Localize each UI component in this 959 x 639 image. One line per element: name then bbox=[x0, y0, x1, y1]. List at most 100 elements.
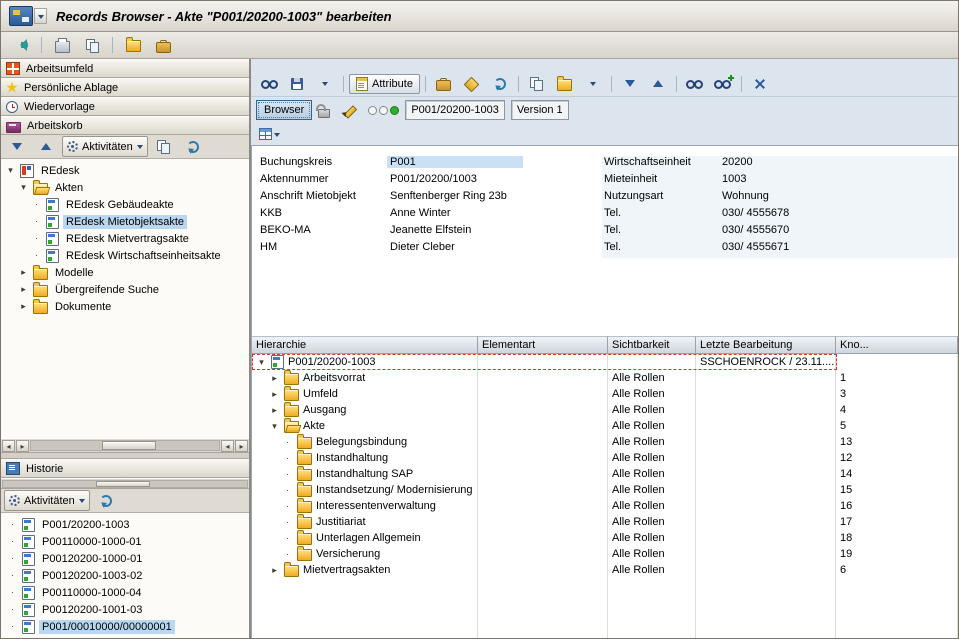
layout-button[interactable] bbox=[256, 123, 283, 145]
scroll-track[interactable] bbox=[2, 480, 248, 488]
scroll-track[interactable] bbox=[30, 440, 220, 451]
display-button[interactable] bbox=[256, 73, 282, 95]
history-scrollbar[interactable] bbox=[1, 478, 249, 489]
edit-button[interactable] bbox=[336, 99, 362, 121]
history-header[interactable]: Historie bbox=[1, 459, 249, 478]
column-header[interactable]: Sichtbarkeit bbox=[608, 336, 696, 354]
sidebar-shortcut[interactable]: Arbeitsumfeld bbox=[1, 59, 249, 78]
new-folder-options-button[interactable] bbox=[580, 73, 606, 95]
sidebar-shortcut[interactable]: Persönliche Ablage bbox=[1, 78, 249, 97]
collapse-icon[interactable]: ▾ bbox=[269, 421, 280, 432]
table-row[interactable]: ▸UmfeldAlle Rollen3 bbox=[252, 386, 958, 402]
table-row[interactable]: ▸MietvertragsaktenAlle Rollen6 bbox=[252, 562, 958, 578]
table-row[interactable]: ·Instandhaltung SAPAlle Rollen14 bbox=[252, 466, 958, 482]
history-item[interactable]: ·P00110000-1000-04 bbox=[1, 584, 249, 601]
find-next-button[interactable] bbox=[710, 73, 736, 95]
record-icon bbox=[22, 569, 35, 583]
refresh-record-button[interactable] bbox=[487, 73, 513, 95]
scroll-thumb[interactable] bbox=[102, 441, 156, 450]
new-session-button[interactable] bbox=[79, 34, 105, 56]
close-icon bbox=[754, 78, 766, 90]
sap-app-icon[interactable] bbox=[9, 6, 33, 26]
collapse-icon[interactable]: ▾ bbox=[256, 357, 267, 368]
save-button[interactable] bbox=[284, 73, 310, 95]
column-header[interactable]: Letzte Bearbeitung bbox=[696, 336, 836, 354]
tree-item[interactable]: ▾REdesk bbox=[1, 162, 249, 179]
copy-button[interactable] bbox=[524, 73, 550, 95]
tree-item[interactable]: ▸Übergreifende Suche bbox=[1, 281, 249, 298]
record-icon bbox=[46, 249, 59, 263]
table-row[interactable]: ▸ArbeitsvorratAlle Rollen1 bbox=[252, 370, 958, 386]
tree-item[interactable]: ·REdesk Wirtschaftseinheitsakte bbox=[1, 247, 249, 264]
table-row[interactable]: ▾AkteAlle Rollen5 bbox=[252, 418, 958, 434]
collapse-icon[interactable]: ▾ bbox=[5, 165, 16, 176]
expand-subtree-button[interactable] bbox=[617, 73, 643, 95]
table-row[interactable]: ·Unterlagen AllgemeinAlle Rollen18 bbox=[252, 530, 958, 546]
collapse-icon[interactable]: ▾ bbox=[18, 182, 29, 193]
tree-horizontal-scrollbar[interactable]: ◂ ▸ ◂ ▸ bbox=[1, 438, 249, 453]
close-record-button[interactable] bbox=[747, 73, 773, 95]
history-item[interactable]: ·P001/20200-1003 bbox=[1, 516, 249, 533]
table-row[interactable]: ·InteressentenverwaltungAlle Rollen16 bbox=[252, 498, 958, 514]
expand-icon[interactable]: ▸ bbox=[269, 373, 280, 384]
refresh-button[interactable] bbox=[180, 136, 206, 158]
collapse-all-button[interactable] bbox=[33, 136, 59, 158]
tree-item[interactable]: ·REdesk Mietvertragsakte bbox=[1, 230, 249, 247]
expand-icon[interactable]: ▸ bbox=[18, 267, 29, 278]
activities-button[interactable]: Aktivitäten bbox=[62, 136, 148, 157]
table-row[interactable]: ·Instandsetzung/ ModernisierungAlle Roll… bbox=[252, 482, 958, 498]
history-item[interactable]: ·P00110000-1000-01 bbox=[1, 533, 249, 550]
scroll-right-icon[interactable]: ▸ bbox=[16, 440, 29, 452]
history-item[interactable]: ·P001/00010000/00000001 bbox=[1, 618, 249, 635]
find-button[interactable] bbox=[682, 73, 708, 95]
table-row[interactable]: ▾P001/20200-1003SSCHOENROCK / 23.11.... bbox=[252, 354, 958, 370]
shortcut-button[interactable] bbox=[150, 34, 176, 56]
scroll-thumb[interactable] bbox=[96, 481, 150, 487]
history-activities-button[interactable]: Aktivitäten bbox=[4, 490, 90, 511]
scroll-left-icon[interactable]: ◂ bbox=[2, 440, 15, 452]
expand-icon[interactable]: ▸ bbox=[18, 301, 29, 312]
table-row[interactable]: ·BelegungsbindungAlle Rollen13 bbox=[252, 434, 958, 450]
table-row[interactable]: ▸AusgangAlle Rollen4 bbox=[252, 402, 958, 418]
tree-item[interactable]: ·REdesk Gebäudeakte bbox=[1, 196, 249, 213]
history-item[interactable]: ·P00120200-1003-02 bbox=[1, 567, 249, 584]
collapse-subtree-button[interactable] bbox=[645, 73, 671, 95]
visibility-cell bbox=[608, 354, 696, 370]
sidebar-shortcut[interactable]: Arbeitskorb bbox=[1, 116, 249, 135]
folder-icon bbox=[284, 565, 299, 577]
element-button[interactable] bbox=[459, 73, 485, 95]
form-value[interactable]: P001 bbox=[387, 156, 523, 168]
chevron-down-icon bbox=[590, 82, 596, 89]
history-refresh-button[interactable] bbox=[93, 490, 119, 512]
column-header[interactable]: Elementart bbox=[478, 336, 608, 354]
tree-item[interactable]: ▸Modelle bbox=[1, 264, 249, 281]
window-menu-button[interactable] bbox=[34, 8, 47, 24]
tree-item[interactable]: ·REdesk Mietobjektsakte bbox=[1, 213, 249, 230]
expand-icon[interactable]: ▸ bbox=[269, 389, 280, 400]
attribute-button[interactable]: Attribute bbox=[349, 74, 420, 94]
model-button[interactable] bbox=[431, 73, 457, 95]
history-item[interactable]: ·P00120200-1000-01 bbox=[1, 550, 249, 567]
table-row[interactable]: ·VersicherungAlle Rollen19 bbox=[252, 546, 958, 562]
history-item[interactable]: ·P00120200-1001-03 bbox=[1, 601, 249, 618]
copy-node-button[interactable] bbox=[151, 136, 177, 158]
new-folder-button[interactable] bbox=[552, 73, 578, 95]
open-folder-button[interactable] bbox=[120, 34, 146, 56]
table-row[interactable]: ·InstandhaltungAlle Rollen12 bbox=[252, 450, 958, 466]
sidebar-shortcut[interactable]: Wiedervorlage bbox=[1, 97, 249, 116]
column-header[interactable]: Kno... bbox=[836, 336, 958, 354]
back-button[interactable] bbox=[8, 34, 34, 56]
tree-item[interactable]: ▾Akten bbox=[1, 179, 249, 196]
expand-icon[interactable]: ▸ bbox=[18, 284, 29, 295]
table-row[interactable]: ·JustitiariatAlle Rollen17 bbox=[252, 514, 958, 530]
expand-icon[interactable]: ▸ bbox=[269, 565, 280, 576]
expand-all-button[interactable] bbox=[4, 136, 30, 158]
scroll-right-icon[interactable]: ▸ bbox=[235, 440, 248, 452]
expand-icon[interactable]: ▸ bbox=[269, 405, 280, 416]
column-header[interactable]: Hierarchie bbox=[252, 336, 478, 354]
scroll-left-icon[interactable]: ◂ bbox=[221, 440, 234, 452]
tree-item[interactable]: ▸Dokumente bbox=[1, 298, 249, 315]
browser-toggle-button[interactable]: Browser bbox=[256, 100, 312, 120]
save-options-button[interactable] bbox=[312, 73, 338, 95]
print-button[interactable] bbox=[49, 34, 75, 56]
